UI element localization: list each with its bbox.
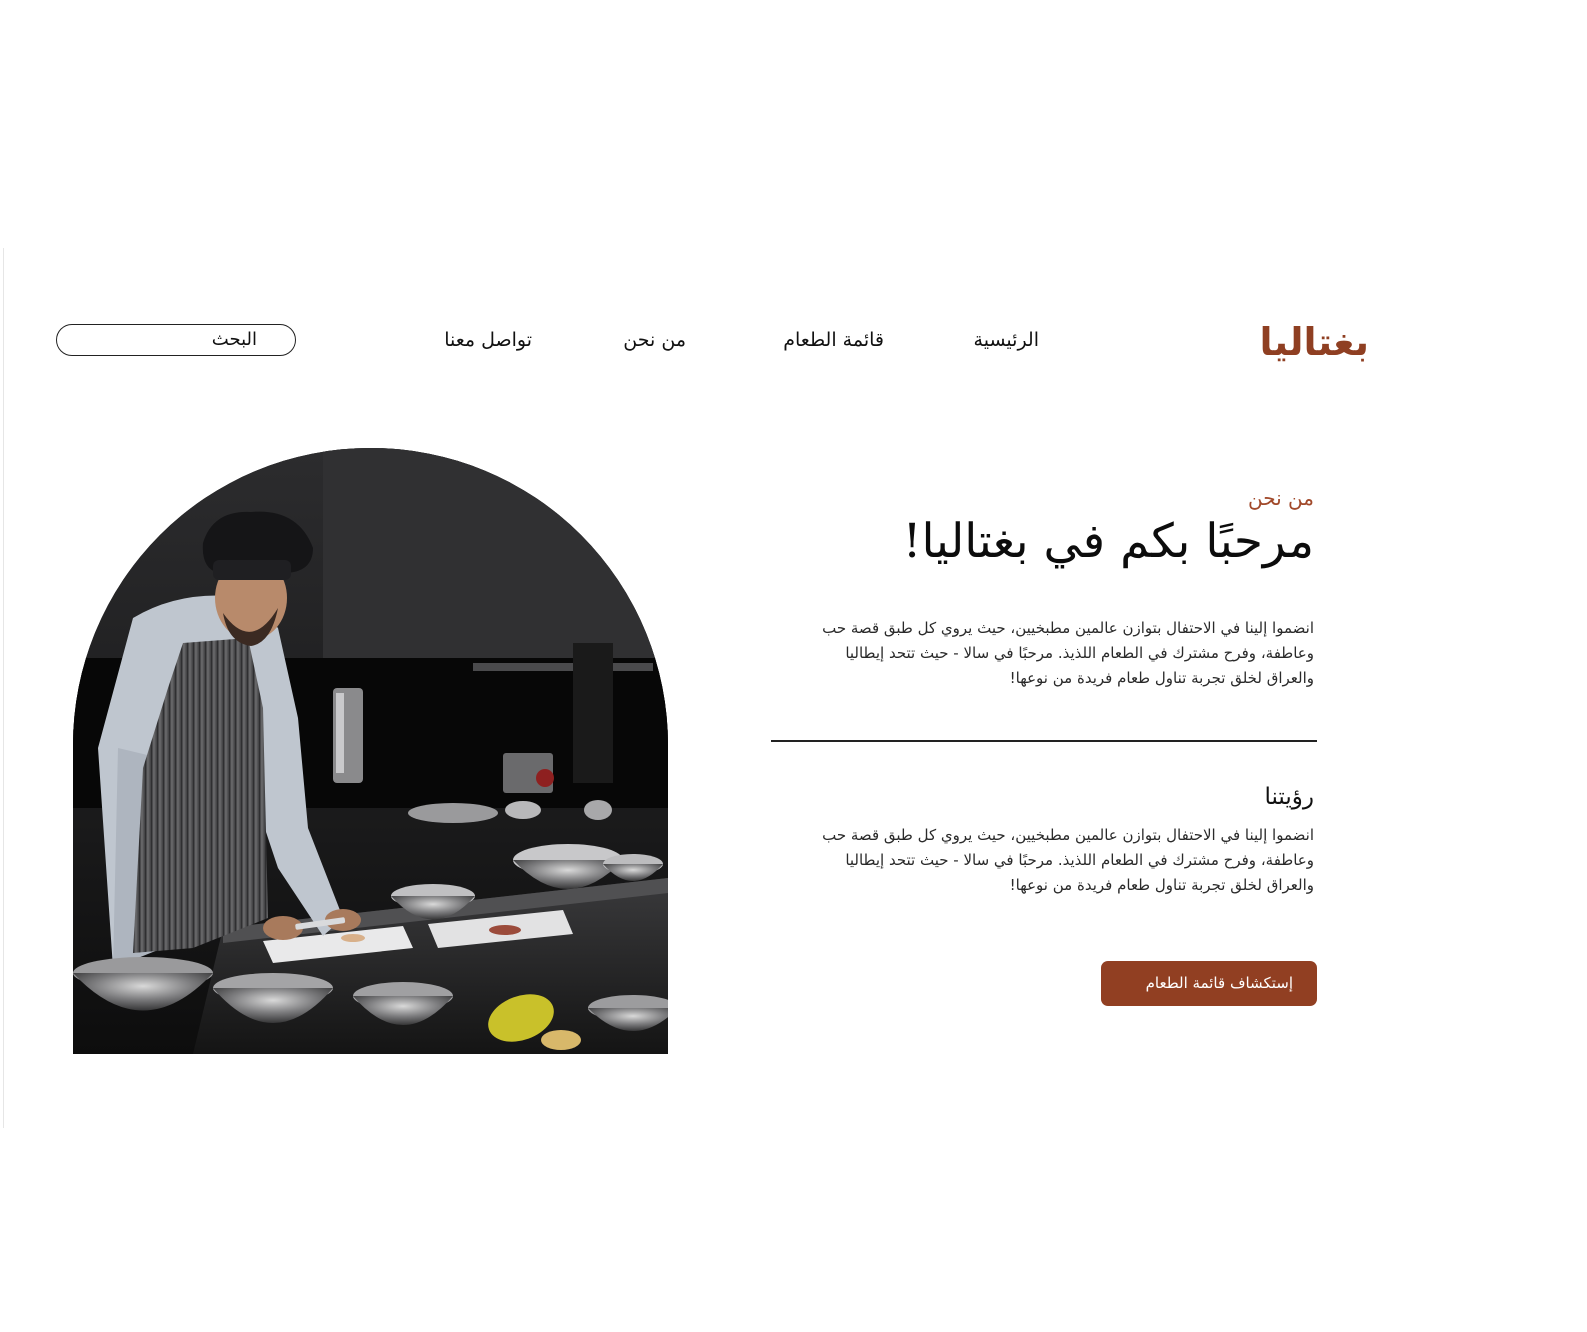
section-divider: [771, 740, 1317, 742]
chef-in-kitchen-photo: [73, 448, 668, 1054]
vision-paragraph: انضموا إلينا في الاحتفال بتوازن عالمين م…: [822, 826, 1314, 894]
nav-link-contact[interactable]: تواصل معنا: [444, 326, 532, 354]
brand-logo[interactable]: بغتاليا: [1259, 316, 1369, 368]
frame-edge: [3, 248, 4, 1128]
nav-link-home[interactable]: الرئيسية: [974, 326, 1039, 354]
vision-heading: رؤيتنا: [1264, 784, 1314, 810]
nav-link-about[interactable]: من نحن: [623, 326, 686, 354]
landing-page: بغتاليا الرئيسية قائمة الطعام من نحن توا…: [0, 0, 1587, 1332]
search-box: [56, 324, 296, 356]
page-title: مرحبًا بكم في بغتاليا!: [902, 514, 1314, 569]
about-paragraph: انضموا إلينا في الاحتفال بتوازن عالمين م…: [822, 619, 1314, 687]
nav-link-menu[interactable]: قائمة الطعام: [783, 326, 884, 354]
explore-menu-button[interactable]: إستكشاف قائمة الطعام: [1101, 961, 1317, 1006]
search-input[interactable]: [71, 325, 281, 354]
